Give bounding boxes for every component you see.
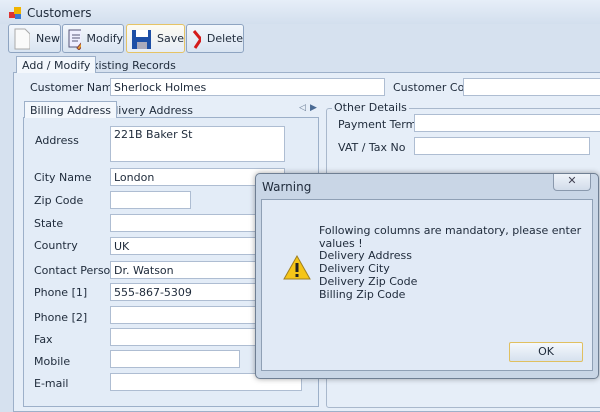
ok-label: OK xyxy=(538,345,554,358)
missing-field: Delivery City xyxy=(319,262,390,275)
customer-name-label: Customer Name xyxy=(30,81,120,94)
contact-person-label: Contact Person xyxy=(34,264,118,277)
window-title: Customers xyxy=(27,6,92,20)
title-bar: Customers xyxy=(0,0,600,24)
new-label: New xyxy=(36,32,60,45)
country-label: Country xyxy=(34,239,78,252)
customer-name-input[interactable] xyxy=(110,78,385,96)
warning-icon xyxy=(283,255,311,280)
new-document-icon xyxy=(14,28,30,49)
address-input[interactable]: 221B Baker St xyxy=(110,126,285,162)
dialog-message: Following columns are mandatory, please … xyxy=(319,224,582,250)
delete-button[interactable]: Delete xyxy=(186,24,244,53)
tab-scroll-left-icon[interactable]: ◁ xyxy=(299,103,306,113)
delete-label: Delete xyxy=(206,32,243,45)
vat-label: VAT / Tax No xyxy=(338,141,406,154)
dialog-body: Following columns are mandatory, please … xyxy=(261,199,593,371)
other-details-label: Other Details xyxy=(332,101,409,114)
customer-code-input[interactable] xyxy=(463,78,600,96)
state-label: State xyxy=(34,217,64,230)
modify-label: Modify xyxy=(86,32,123,45)
city-label: City Name xyxy=(34,171,92,184)
address-label: Address xyxy=(35,134,79,147)
floppy-disk-icon xyxy=(132,29,151,49)
warning-dialog: Warning ✕ Following columns are mandator… xyxy=(255,173,599,379)
save-label: Save xyxy=(156,32,184,45)
delete-x-icon xyxy=(192,29,201,49)
modify-button[interactable]: Modify xyxy=(62,24,124,53)
app-icon xyxy=(9,7,21,19)
zip-input[interactable] xyxy=(110,191,191,209)
payment-terms-label: Payment Terms xyxy=(338,118,423,131)
ok-button[interactable]: OK xyxy=(509,342,583,362)
email-label: E-mail xyxy=(34,377,69,390)
fax-label: Fax xyxy=(34,333,53,346)
payment-terms-select[interactable] xyxy=(414,114,600,132)
dialog-title: Warning xyxy=(262,180,312,194)
close-button[interactable]: ✕ xyxy=(553,174,591,191)
mobile-input[interactable] xyxy=(110,350,240,368)
zip-label: Zip Code xyxy=(34,194,84,207)
new-button[interactable]: New xyxy=(8,24,61,53)
missing-field: Billing Zip Code xyxy=(319,288,406,301)
missing-field: Delivery Zip Code xyxy=(319,275,418,288)
phone1-label: Phone [1] xyxy=(34,286,88,299)
edit-document-icon xyxy=(68,29,81,50)
close-icon: ✕ xyxy=(567,174,577,187)
missing-field: Delivery Address xyxy=(319,249,412,262)
phone2-label: Phone [2] xyxy=(34,311,88,324)
tab-scroll-right-icon[interactable]: ▶ xyxy=(310,103,317,113)
mobile-label: Mobile xyxy=(34,355,71,368)
save-button[interactable]: Save xyxy=(126,24,185,53)
tab-billing-address[interactable]: Billing Address xyxy=(24,101,118,118)
tab-add-modify[interactable]: Add / Modify xyxy=(16,56,97,73)
vat-input[interactable] xyxy=(414,137,590,155)
